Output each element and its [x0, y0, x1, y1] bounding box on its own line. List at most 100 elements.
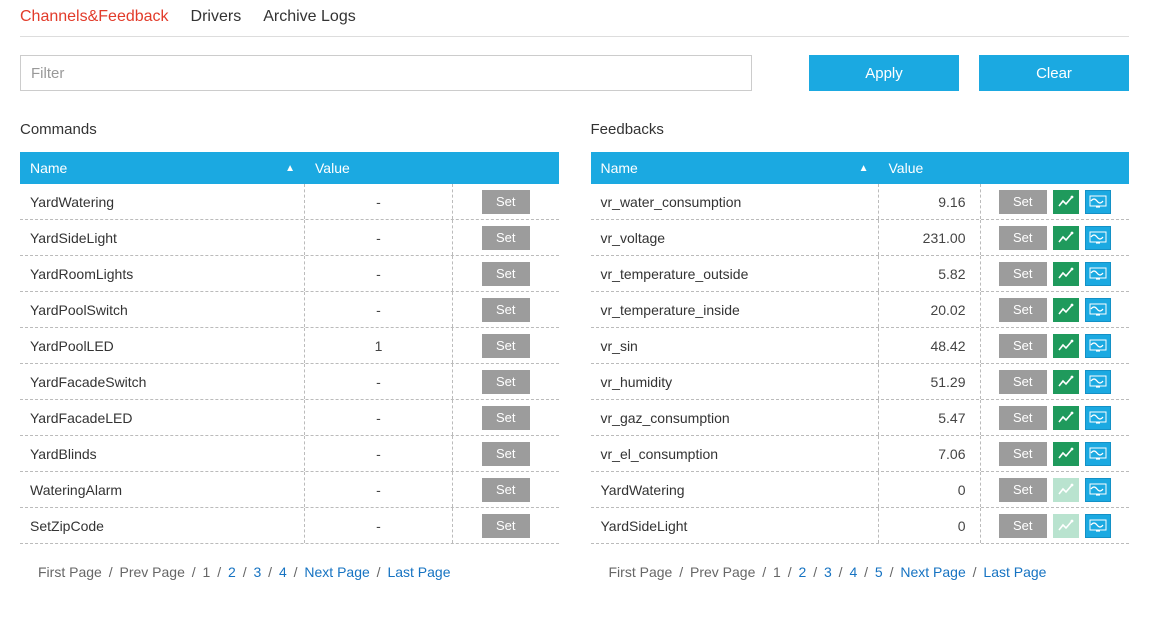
feedback-name: vr_temperature_inside [591, 292, 879, 327]
chart-icon[interactable] [1053, 442, 1079, 466]
feedbacks-header-value[interactable]: Value [879, 160, 981, 176]
feedback-name: vr_gaz_consumption [591, 400, 879, 435]
table-row: YardSideLight- Set [20, 220, 559, 256]
oscilloscope-icon[interactable] [1085, 190, 1111, 214]
table-row: vr_water_consumption9.16Set [591, 184, 1130, 220]
pager-first[interactable]: First Page [38, 564, 102, 580]
chart-icon[interactable] [1053, 298, 1079, 322]
commands-header-name-label: Name [30, 160, 67, 176]
pager-page-2[interactable]: 2 [228, 564, 236, 580]
set-button[interactable]: Set [999, 226, 1047, 250]
set-button[interactable]: Set [482, 406, 530, 430]
oscilloscope-icon[interactable] [1085, 262, 1111, 286]
clear-button[interactable]: Clear [979, 55, 1129, 91]
pager-page-3[interactable]: 3 [253, 564, 261, 580]
table-row: vr_voltage231.00Set [591, 220, 1130, 256]
feedbacks-title: Feedbacks [591, 121, 1130, 138]
table-row: YardSideLight0Set [591, 508, 1130, 544]
oscilloscope-icon[interactable] [1085, 226, 1111, 250]
set-button[interactable]: Set [482, 334, 530, 358]
set-button[interactable]: Set [482, 442, 530, 466]
command-value: - [305, 220, 453, 255]
table-row: WateringAlarm-Set [20, 472, 559, 508]
pager-next[interactable]: Next Page [900, 564, 965, 580]
set-button[interactable]: Set [482, 262, 530, 286]
command-name: YardRoomLights [20, 256, 305, 291]
oscilloscope-icon[interactable] [1085, 370, 1111, 394]
pager-first[interactable]: First Page [609, 564, 673, 580]
set-button[interactable]: Set [999, 514, 1047, 538]
oscilloscope-icon[interactable] [1085, 478, 1111, 502]
command-value: 1 [305, 328, 453, 363]
table-row: YardFacadeSwitch-Set [20, 364, 559, 400]
chart-icon[interactable] [1053, 226, 1079, 250]
chart-icon[interactable] [1053, 190, 1079, 214]
chart-icon[interactable] [1053, 334, 1079, 358]
chart-icon[interactable] [1053, 406, 1079, 430]
pager-page-4[interactable]: 4 [849, 564, 857, 580]
command-name: YardPoolSwitch [20, 292, 305, 327]
feedbacks-header-name[interactable]: Name ▲ [591, 160, 879, 176]
feedback-value: 7.06 [879, 436, 981, 471]
feedback-value: 20.02 [879, 292, 981, 327]
oscilloscope-icon[interactable] [1085, 298, 1111, 322]
set-button[interactable]: Set [999, 478, 1047, 502]
set-button[interactable]: Set [482, 514, 530, 538]
table-row: YardPoolSwitch- Set [20, 292, 559, 328]
tab-channels-feedback[interactable]: Channels&Feedback [20, 8, 169, 26]
command-value: - [305, 184, 453, 219]
tab-archive-logs[interactable]: Archive Logs [263, 8, 356, 26]
pager-page-1[interactable]: 1 [203, 564, 211, 580]
command-value: - [305, 508, 453, 543]
feedbacks-header-name-label: Name [601, 160, 638, 176]
oscilloscope-icon[interactable] [1085, 442, 1111, 466]
pager-next[interactable]: Next Page [304, 564, 369, 580]
table-row: YardRoomLights-Set [20, 256, 559, 292]
pager-page-2[interactable]: 2 [799, 564, 807, 580]
feedback-name: vr_water_consumption [591, 184, 879, 219]
chart-icon [1053, 514, 1079, 538]
set-button[interactable]: Set [999, 442, 1047, 466]
set-button[interactable]: Set [999, 334, 1047, 358]
pager-prev[interactable]: Prev Page [119, 564, 184, 580]
apply-button[interactable]: Apply [809, 55, 959, 91]
chart-icon[interactable] [1053, 370, 1079, 394]
chart-icon[interactable] [1053, 262, 1079, 286]
set-button[interactable]: Set [999, 298, 1047, 322]
set-button[interactable]: Set [482, 190, 530, 214]
oscilloscope-icon[interactable] [1085, 334, 1111, 358]
chart-icon [1053, 478, 1079, 502]
pager-last[interactable]: Last Page [983, 564, 1046, 580]
table-row: vr_temperature_outside5.82Set [591, 256, 1130, 292]
command-value: - [305, 292, 453, 327]
set-button[interactable]: Set [999, 406, 1047, 430]
command-name: YardSideLight [20, 220, 305, 255]
sort-asc-icon: ▲ [285, 163, 295, 174]
pager-page-5[interactable]: 5 [875, 564, 883, 580]
set-button[interactable]: Set [999, 370, 1047, 394]
set-button[interactable]: Set [482, 226, 530, 250]
feedback-name: YardSideLight [591, 508, 879, 543]
filter-input[interactable] [20, 55, 752, 91]
feedback-value: 0 [879, 472, 981, 507]
command-value: - [305, 472, 453, 507]
pager-page-3[interactable]: 3 [824, 564, 832, 580]
feedback-name: vr_sin [591, 328, 879, 363]
pager-page-4[interactable]: 4 [279, 564, 287, 580]
pager-page-1[interactable]: 1 [773, 564, 781, 580]
oscilloscope-icon[interactable] [1085, 406, 1111, 430]
set-button[interactable]: Set [999, 190, 1047, 214]
pager-prev[interactable]: Prev Page [690, 564, 755, 580]
set-button[interactable]: Set [482, 298, 530, 322]
commands-header-value[interactable]: Value [305, 160, 453, 176]
table-row: vr_el_consumption7.06Set [591, 436, 1130, 472]
commands-header-name[interactable]: Name ▲ [20, 160, 305, 176]
feedback-value: 5.82 [879, 256, 981, 291]
set-button[interactable]: Set [482, 478, 530, 502]
set-button[interactable]: Set [482, 370, 530, 394]
set-button[interactable]: Set [999, 262, 1047, 286]
tab-drivers[interactable]: Drivers [191, 8, 242, 26]
pager-last[interactable]: Last Page [387, 564, 450, 580]
oscilloscope-icon[interactable] [1085, 514, 1111, 538]
table-row: vr_gaz_consumption5.47Set [591, 400, 1130, 436]
